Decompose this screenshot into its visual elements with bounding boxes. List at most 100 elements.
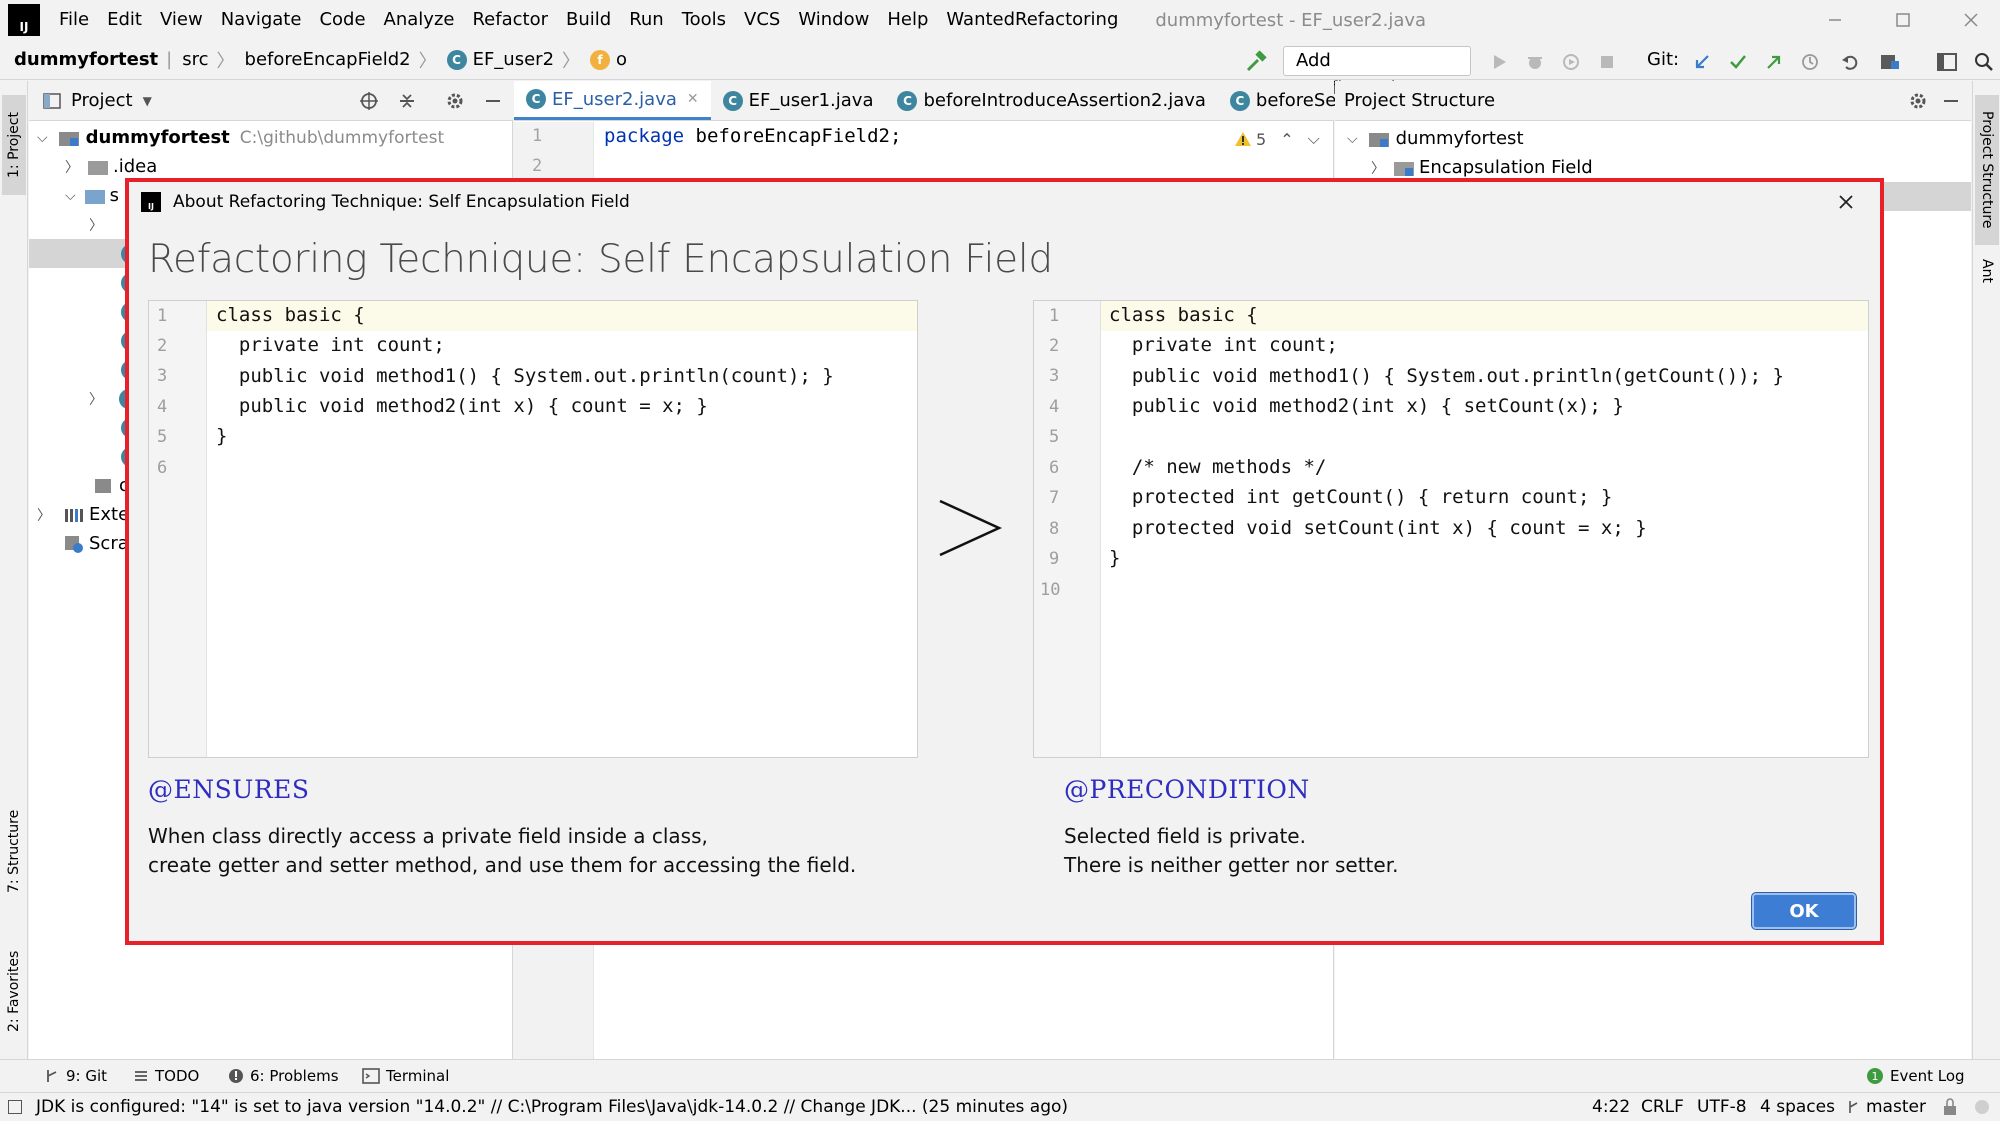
code-line: class basic { [1109,304,1258,326]
menu-tools[interactable]: Tools [673,0,735,40]
code-line: public void method1() { System.out.print… [1109,365,1784,387]
warning-icon [1235,132,1251,146]
line-number: 4 [157,397,168,417]
event-log-button[interactable]: 1 Event Log [1866,1067,1965,1085]
structure-root-item[interactable]: ⌵ dummyfortest [1335,124,1971,153]
ant-tool-tab[interactable]: Ant [1975,241,1999,301]
gear-icon[interactable] [1908,91,1928,111]
add-configuration-button[interactable]: Add Configuration... [1283,46,1471,99]
chevron-up-icon[interactable]: ⌃ [1280,130,1293,149]
line-number: 9 [1049,549,1060,569]
status-message[interactable]: JDK is configured: "14" is set to java v… [36,1097,1068,1117]
class-icon: C [446,49,467,70]
line-separator[interactable]: CRLF [1641,1097,1684,1117]
code-line: private int count; [1109,334,1338,356]
search-icon[interactable] [1970,48,1998,76]
coverage-icon[interactable] [1557,48,1585,76]
tree-item-idea[interactable]: 〉 .idea [29,152,513,181]
editor-tabs: C EF_user2.java ✕ C EF_user1.java C befo… [514,81,1372,121]
run-icon[interactable] [1485,48,1513,76]
stop-icon[interactable] [1593,48,1621,76]
debug-icon[interactable] [1521,48,1549,76]
git-push-icon[interactable] [1760,48,1788,76]
git-branch-widget[interactable]: master [1846,1097,1926,1117]
breadcrumb-src[interactable]: src [182,49,208,70]
build-hammer-icon[interactable] [1242,48,1270,76]
chevron-down-icon[interactable]: ▼ [143,94,152,108]
breadcrumb-project[interactable]: dummyfortest [14,49,158,70]
favorites-tool-tab[interactable]: 2: Favorites [2,936,26,1046]
close-icon[interactable] [1832,188,1860,216]
menu-vcs[interactable]: VCS [735,0,789,40]
file-encoding[interactable]: UTF-8 [1697,1097,1747,1117]
minimize-icon[interactable] [1806,0,1864,40]
hide-panel-icon[interactable] [483,91,503,111]
tab-before-introduce-assertion2[interactable]: C beforeIntroduceAssertion2.java [885,81,1217,120]
locate-icon[interactable] [359,91,379,111]
project-tool-tab[interactable]: 1: Project [2,95,26,195]
before-code-panel[interactable]: 1 2 3 4 5 6 class basic { private int co… [148,300,918,758]
git-tool-button[interactable]: 9: Git [44,1067,107,1085]
notifications-icon[interactable] [1974,1099,1990,1115]
after-code-panel[interactable]: 1 2 3 4 5 6 7 8 9 10 class basic { priva… [1033,300,1869,758]
project-structure-header: Project Structure [1335,81,1971,121]
breadcrumb-class[interactable]: C EF_user2 [446,49,554,70]
menu-view[interactable]: View [151,0,212,40]
breadcrumb-field[interactable]: fo [590,49,627,70]
warning-indicator[interactable]: 5 ⌃ ⌵ [1234,129,1320,149]
dialog-heading: Refactoring Technique: Self Encapsulatio… [148,237,1053,282]
menu-window[interactable]: Window [789,0,878,40]
window-close-icon[interactable] [1942,0,2000,40]
menu-file[interactable]: File [50,0,98,40]
menu-run[interactable]: Run [620,0,673,40]
code-line[interactable]: package beforeEncapField2; [604,125,901,147]
caret-position[interactable]: 4:22 [1592,1097,1630,1117]
tab-ef-user1[interactable]: C EF_user1.java [711,81,886,120]
git-update-icon[interactable] [1688,48,1716,76]
collapse-all-icon[interactable] [397,91,417,111]
menu-wanted-refactoring[interactable]: WantedRefactoring [937,0,1127,40]
terminal-tool-button[interactable]: Terminal [362,1067,449,1085]
menu-code[interactable]: Code [310,0,374,40]
event-log-icon: 1 [1867,1068,1883,1084]
line-number: 5 [157,427,168,447]
menu-help[interactable]: Help [878,0,937,40]
layout-icon[interactable] [1933,48,1961,76]
project-structure-title: Project Structure [1344,90,1496,111]
menu-build[interactable]: Build [557,0,620,40]
tab-ef-user2[interactable]: C EF_user2.java ✕ [514,81,711,120]
scratches-icon [65,535,83,553]
status-square-icon[interactable] [8,1100,22,1114]
menu-refactor[interactable]: Refactor [463,0,557,40]
list-icon [135,1071,147,1081]
rollback-icon[interactable] [1836,48,1864,76]
indent-setting[interactable]: 4 spaces [1760,1097,1835,1117]
todo-tool-button[interactable]: TODO [133,1067,199,1085]
history-icon[interactable] [1796,48,1824,76]
folder-icon [88,160,108,175]
hide-panel-icon[interactable] [1941,91,1961,111]
git-commit-icon[interactable] [1724,48,1752,76]
maximize-icon[interactable] [1874,0,1932,40]
project-structure-icon[interactable] [1876,48,1904,76]
structure-tool-tab[interactable]: 7: Structure [2,796,26,906]
problems-tool-button[interactable]: 6: Problems [228,1067,339,1085]
transform-arrow-icon [937,498,1003,558]
chevron-down-icon[interactable]: ⌵ [1308,129,1320,149]
code-line: private int count; [216,334,445,356]
project-structure-tool-tab[interactable]: Project Structure [1975,95,1999,245]
lock-icon[interactable] [1943,1098,1957,1116]
close-tab-icon[interactable]: ✕ [687,91,699,107]
menu-navigate[interactable]: Navigate [212,0,311,40]
field-icon: f [590,49,611,70]
menu-analyze[interactable]: Analyze [375,0,464,40]
git-label: Git: [1647,49,1680,70]
line-number: 5 [1049,427,1060,447]
code-line: /* new methods */ [1109,456,1327,478]
ok-button[interactable]: OK [1752,893,1856,929]
code-line: } [1109,547,1121,569]
breadcrumb-package[interactable]: beforeEncapField2 [245,49,411,70]
gear-icon[interactable] [445,91,465,111]
tree-root-item[interactable]: ⌵ dummyfortest C:\github\dummyfortest [29,123,513,152]
menu-edit[interactable]: Edit [98,0,151,40]
